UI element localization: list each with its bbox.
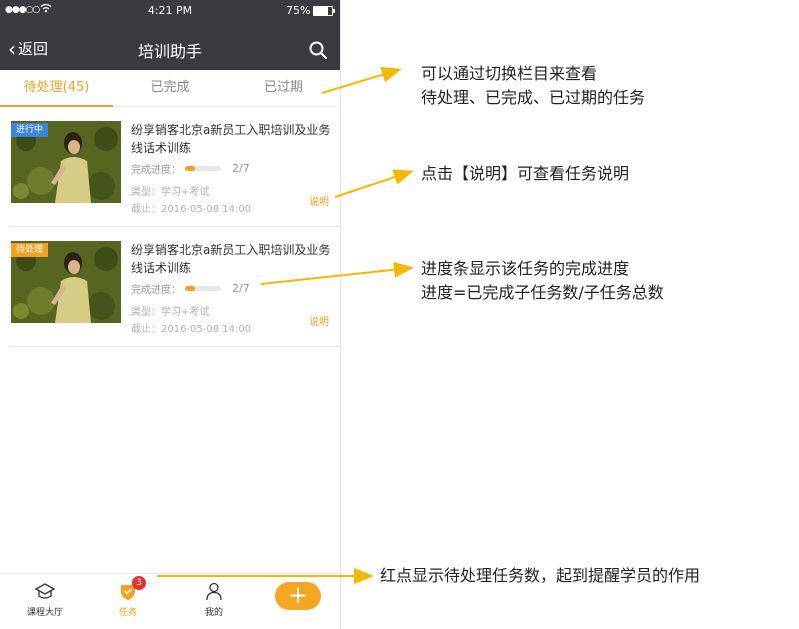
graduation-cap-icon xyxy=(35,583,55,599)
annotation-line: 可以通过切换栏目来查看 xyxy=(421,64,598,83)
task-card[interactable]: 待处理 纷享销客北京a新员工入职培训及业务线话术训练 完成进度： 2/7 类型：… xyxy=(0,227,340,347)
progress-count: 2/7 xyxy=(232,281,250,295)
tabbar-label: 我的 xyxy=(204,608,223,618)
status-badge: 进行中 xyxy=(11,123,49,137)
task-type: 类型：学习+考试 xyxy=(131,307,210,318)
battery-percent: 75% xyxy=(286,4,311,17)
progress-bar xyxy=(185,165,221,171)
tabbar-item-courses[interactable]: 课程大厅 xyxy=(15,574,75,629)
progress-label: 完成进度： xyxy=(131,164,181,176)
notification-badge: 3 xyxy=(132,576,146,590)
tab-pending[interactable]: 待处理(45) xyxy=(0,70,113,107)
phone-screen: ●●●○○ 4:21 PM 75% ‹ 返回 培训助手 待处理(45) 已完成 … xyxy=(0,0,341,629)
chevron-left-icon: ‹ xyxy=(8,36,16,61)
progress-bar xyxy=(185,285,221,291)
status-bar: ●●●○○ 4:21 PM 75% xyxy=(0,0,340,22)
task-thumbnail: 进行中 xyxy=(11,121,121,203)
tab-completed[interactable]: 已完成 xyxy=(113,70,227,106)
add-button[interactable]: + xyxy=(275,582,321,610)
page-title: 培训助手 xyxy=(137,42,202,61)
tab-bar: 待处理(45) 已完成 已过期 xyxy=(0,70,340,107)
status-badge: 待处理 xyxy=(11,243,49,257)
back-label: 返回 xyxy=(18,40,49,58)
task-thumbnail: 待处理 xyxy=(11,241,121,323)
task-type: 类型：学习+考试 xyxy=(131,187,210,198)
bottom-tab-bar: 课程大厅 3 任务 我的 + xyxy=(0,573,340,629)
explain-link[interactable]: 说明 xyxy=(309,193,329,208)
annotation-red-dot: 红点显示待处理任务数，起到提醒学员的作用 xyxy=(380,566,701,585)
task-deadline: 截止：2016-05-08 14:00 xyxy=(131,324,252,335)
annotation-line: 进度条显示该任务的完成进度 xyxy=(421,259,630,278)
annotation-line: 进度=已完成子任务数/子任务总数 xyxy=(421,283,664,302)
arrow-explain xyxy=(334,169,414,198)
task-card[interactable]: 进行中 纷享销客北京a新员工入职培训及业务线话术训练 完成进度： 2/7 类型：… xyxy=(0,107,340,227)
navigation-bar: ‹ 返回 培训助手 xyxy=(0,30,340,70)
progress-label: 完成进度： xyxy=(131,284,181,296)
tabbar-item-tasks[interactable]: 3 任务 xyxy=(98,574,158,629)
task-title: 纷享销客北京a新员工入职培训及业务线话术训练 xyxy=(131,123,331,155)
divider xyxy=(10,346,340,347)
tabbar-label: 任务 xyxy=(118,608,137,618)
user-icon xyxy=(206,582,222,601)
annotation-tabs: 可以通过切换栏目来查看 待处理、已完成、已过期的任务 xyxy=(421,62,645,110)
progress-count: 2/7 xyxy=(232,161,250,175)
tabbar-item-me[interactable]: 我的 xyxy=(184,574,244,629)
annotation-explain: 点击【说明】可查看任务说明 xyxy=(421,164,630,183)
progress-row: 完成进度： 2/7 xyxy=(131,280,250,296)
battery-icon xyxy=(313,6,335,16)
tab-expired[interactable]: 已过期 xyxy=(227,70,340,106)
search-icon[interactable] xyxy=(308,40,328,60)
task-deadline: 截止：2016-05-08 14:00 xyxy=(131,204,252,215)
task-title: 纷享销客北京a新员工入职培训及业务线话术训练 xyxy=(131,243,331,275)
annotation-progress: 进度条显示该任务的完成进度 进度=已完成子任务数/子任务总数 xyxy=(421,257,664,305)
progress-row: 完成进度： 2/7 xyxy=(131,160,250,176)
tabbar-label: 课程大厅 xyxy=(26,608,63,618)
explain-link[interactable]: 说明 xyxy=(309,313,329,328)
back-button[interactable]: ‹ 返回 xyxy=(8,38,48,59)
annotation-line: 待处理、已完成、已过期的任务 xyxy=(421,88,646,107)
app-header: ●●●○○ 4:21 PM 75% ‹ 返回 培训助手 xyxy=(0,0,340,70)
